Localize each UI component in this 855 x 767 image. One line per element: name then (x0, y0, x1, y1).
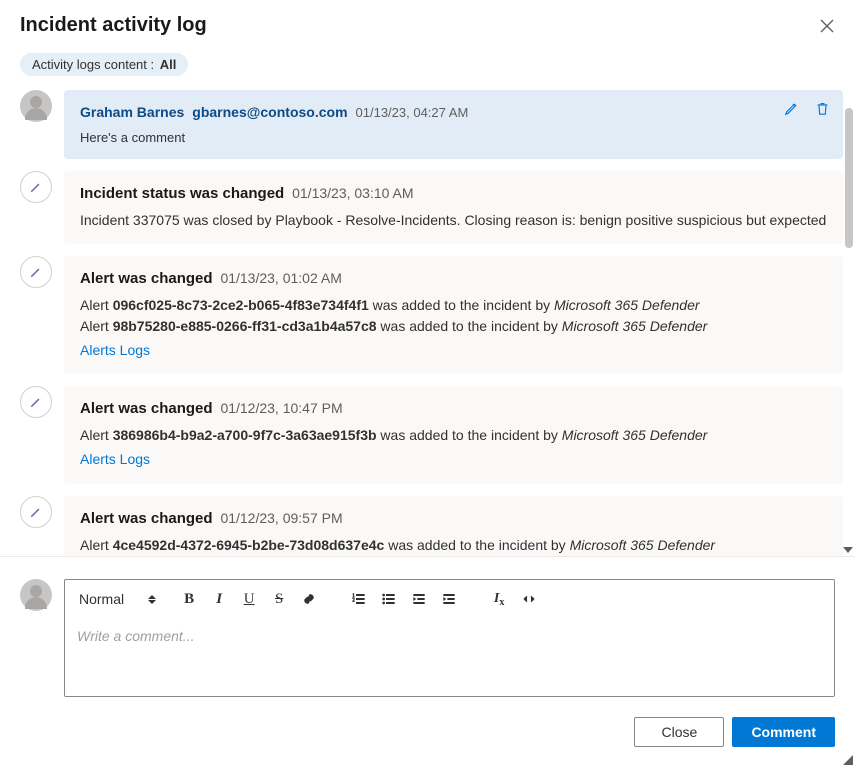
t: Alert (80, 537, 113, 553)
comment-button[interactable]: Comment (732, 717, 835, 747)
scrollbar-thumb[interactable] (845, 108, 853, 248)
event-title: Incident status was changed (80, 185, 284, 202)
alert-id: 4ce4592d-4372-6945-b2be-73d08d637e4c (113, 537, 385, 553)
clear-format-button[interactable]: Ix (486, 586, 512, 612)
outdent-button[interactable] (406, 586, 432, 612)
indent-button[interactable] (436, 586, 462, 612)
commenter-email: gbarnes@contoso.com (192, 104, 347, 120)
log-entry: Alert was changed 01/13/23, 01:02 AM Ale… (20, 256, 843, 374)
event-card: Alert was changed 01/12/23, 09:57 PM Ale… (64, 496, 843, 556)
pencil-icon (29, 180, 43, 194)
actor: Microsoft 365 Defender (562, 318, 708, 334)
alert-id: 386986b4-b9a2-a700-9f7c-3a63ae915f3b (113, 427, 377, 443)
t: Alert (80, 318, 113, 334)
format-label: Normal (79, 591, 124, 607)
delete-icon[interactable] (814, 100, 831, 117)
ordered-list-button[interactable]: 12 (346, 586, 372, 612)
event-timestamp: 01/13/23, 01:02 AM (220, 270, 341, 286)
pencil-icon (29, 395, 43, 409)
underline-button[interactable]: U (236, 586, 262, 612)
alerts-logs-link[interactable]: Alerts Logs (80, 449, 150, 469)
comment-editor: Normal B I U S 12 (64, 579, 835, 697)
log-scroll-area[interactable]: Graham Barnes gbarnes@contoso.com 01/13/… (0, 90, 855, 556)
filter-row: Activity logs content : All (0, 43, 855, 90)
link-button[interactable] (296, 586, 322, 612)
actor: Microsoft 365 Defender (562, 427, 708, 443)
panel-title: Incident activity log (20, 14, 207, 37)
editor-toolbar: Normal B I U S 12 (65, 580, 834, 618)
event-body: Alert 096cf025-8c73-2ce2-b065-4f83e734f4… (80, 295, 827, 360)
event-title: Alert was changed (80, 270, 213, 287)
pencil-icon (29, 265, 43, 279)
alerts-logs-link[interactable]: Alerts Logs (80, 340, 150, 360)
content-filter-pill[interactable]: Activity logs content : All (20, 53, 188, 76)
strike-button[interactable]: S (266, 586, 292, 612)
event-timestamp: 01/13/23, 03:10 AM (292, 185, 413, 201)
event-body: Incident 337075 was closed by Playbook -… (80, 210, 827, 230)
close-icon[interactable] (819, 18, 835, 34)
comment-body: Here's a comment (80, 130, 827, 145)
close-button[interactable]: Close (634, 717, 724, 747)
format-select[interactable]: Normal (73, 589, 162, 609)
event-timestamp: 01/12/23, 10:47 PM (220, 400, 342, 416)
edit-event-badge (20, 171, 52, 203)
actor: Microsoft 365 Defender (570, 537, 716, 553)
scroll-down-icon[interactable] (843, 547, 853, 553)
bullet-list-button[interactable] (376, 586, 402, 612)
avatar (20, 90, 52, 122)
t: was added to the incident by (369, 297, 554, 313)
event-card: Alert was changed 01/12/23, 10:47 PM Ale… (64, 386, 843, 484)
filter-value: All (160, 57, 177, 72)
t: Alert (80, 427, 113, 443)
t: was added to the incident by (384, 537, 569, 553)
event-body: Alert 386986b4-b9a2-a700-9f7c-3a63ae915f… (80, 425, 827, 470)
comment-textarea[interactable]: Write a comment... (65, 618, 834, 696)
alert-id: 096cf025-8c73-2ce2-b065-4f83e734f4f1 (113, 297, 369, 313)
event-title: Alert was changed (80, 400, 213, 417)
log-entry: Alert was changed 01/12/23, 09:57 PM Ale… (20, 496, 843, 556)
resize-grip-icon[interactable] (843, 755, 853, 765)
pencil-icon (29, 505, 43, 519)
activity-log-panel: Incident activity log Activity logs cont… (0, 0, 855, 767)
log-entry-comment: Graham Barnes gbarnes@contoso.com 01/13/… (20, 90, 843, 159)
alert-id: 98b75280-e885-0266-ff31-cd3a1b4a57c8 (113, 318, 377, 334)
commenter-name: Graham Barnes (80, 104, 184, 120)
event-title: Alert was changed (80, 510, 213, 527)
log-entry: Incident status was changed 01/13/23, 03… (20, 171, 843, 244)
filter-label: Activity logs content : (32, 57, 154, 72)
edit-event-badge (20, 256, 52, 288)
event-card: Incident status was changed 01/13/23, 03… (64, 171, 843, 244)
current-user-avatar (20, 579, 52, 611)
log-entry: Alert was changed 01/12/23, 10:47 PM Ale… (20, 386, 843, 484)
t: Alert (80, 297, 113, 313)
bold-button[interactable]: B (176, 586, 202, 612)
comment-header: Graham Barnes gbarnes@contoso.com 01/13/… (80, 104, 827, 120)
event-body: Alert 4ce4592d-4372-6945-b2be-73d08d637e… (80, 535, 827, 556)
comment-card: Graham Barnes gbarnes@contoso.com 01/13/… (64, 90, 843, 159)
edit-icon[interactable] (783, 100, 800, 117)
caret-icon (148, 595, 156, 604)
comment-timestamp: 01/13/23, 04:27 AM (356, 105, 469, 120)
italic-button[interactable]: I (206, 586, 232, 612)
t: was added to the incident by (377, 318, 562, 334)
actor: Microsoft 365 Defender (554, 297, 700, 313)
footer-buttons: Close Comment (20, 717, 835, 747)
code-button[interactable] (516, 586, 542, 612)
svg-text:2: 2 (352, 599, 355, 604)
edit-event-badge (20, 386, 52, 418)
t: was added to the incident by (377, 427, 562, 443)
panel-header: Incident activity log (0, 0, 855, 43)
event-timestamp: 01/12/23, 09:57 PM (220, 510, 342, 526)
edit-event-badge (20, 496, 52, 528)
compose-footer: Normal B I U S 12 (0, 556, 855, 767)
event-card: Alert was changed 01/13/23, 01:02 AM Ale… (64, 256, 843, 374)
